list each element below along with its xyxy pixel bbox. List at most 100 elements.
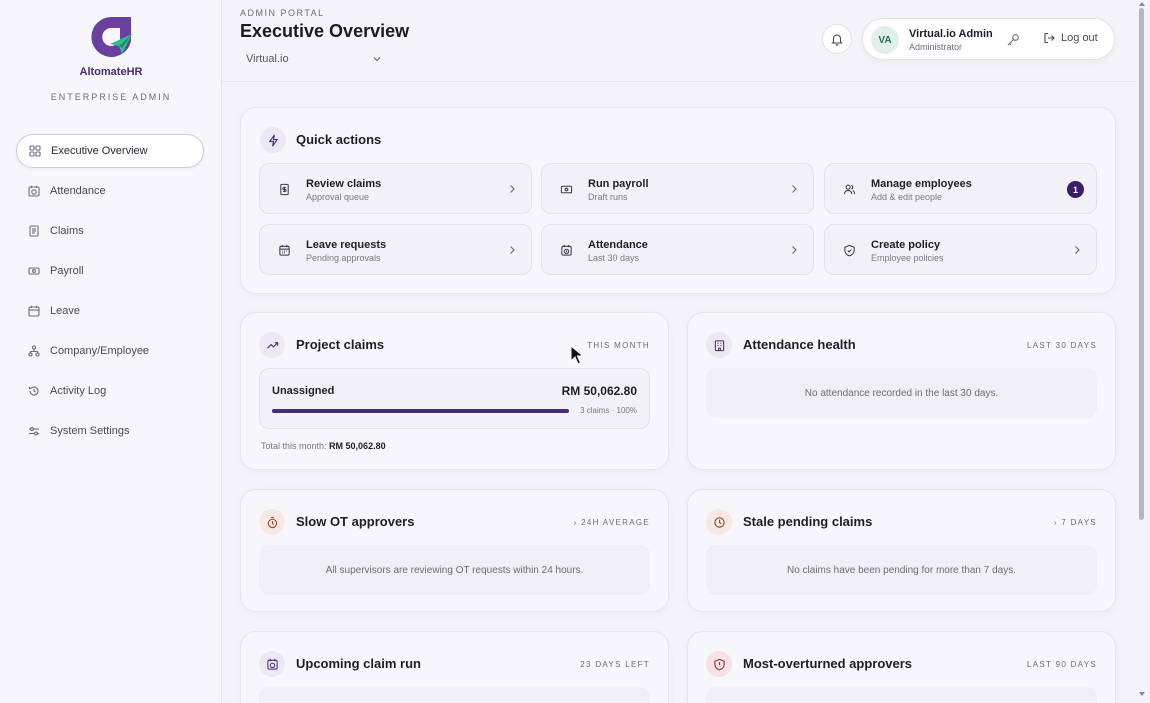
- quick-action-review-claims[interactable]: Review claims Approval queue: [259, 163, 532, 214]
- project-name: Unassigned: [272, 385, 335, 397]
- receipt-icon: [28, 225, 40, 237]
- quick-action-label: Review claims: [306, 178, 382, 190]
- attendance-health-card: Attendance health LAST 30 DAYS No attend…: [687, 312, 1116, 470]
- sidebar-item-claims[interactable]: Claims: [16, 214, 204, 248]
- quick-action-sub: Pending approvals: [306, 253, 381, 263]
- quick-action-label: Run payroll: [588, 178, 649, 190]
- shield-alert-icon: [706, 651, 732, 677]
- scroll-up-arrow-icon[interactable]: [1137, 0, 1147, 8]
- stale-claims-threshold: › 7 DAYS: [1053, 518, 1097, 527]
- receipt-icon: [274, 179, 294, 199]
- quick-action-label: Attendance: [588, 239, 648, 251]
- brand-subtitle: ENTERPRISE ADMIN: [50, 92, 172, 102]
- scroll-down-arrow-icon[interactable]: [1137, 690, 1147, 698]
- users-icon: [839, 179, 859, 199]
- sidebar-item-label: Executive Overview: [51, 145, 148, 157]
- user-menu[interactable]: VA Virtual.io Admin Administrator Log ou…: [862, 18, 1115, 60]
- quick-action-sub: Employee policies: [871, 253, 944, 263]
- chevron-right-icon: [1072, 244, 1082, 256]
- organization-select[interactable]: Virtual.io: [246, 50, 382, 68]
- quick-action-run-payroll[interactable]: Run payroll Draft runs: [541, 163, 814, 214]
- notification-badge: 1: [1067, 181, 1084, 198]
- stale-claims-empty: No claims have been pending for more tha…: [706, 545, 1097, 595]
- upcoming-claim-run-body: [259, 687, 650, 703]
- attendance-health-period: LAST 30 DAYS: [1027, 341, 1097, 350]
- project-claims-meta: 3 claims · 100%: [580, 406, 637, 415]
- sidebar: AltomateHR ENTERPRISE ADMIN Executive Ov…: [0, 0, 222, 703]
- building-icon: [706, 332, 732, 358]
- quick-action-attendance[interactable]: Attendance Last 30 days: [541, 224, 814, 275]
- logout-label: Log out: [1061, 32, 1098, 44]
- sidebar-item-label: Company/Employee: [50, 345, 150, 357]
- project-claims-total: Total this month: RM 50,062.80: [261, 441, 386, 451]
- project-claims-card: Project claims THIS MONTH Unassigned RM …: [240, 312, 669, 470]
- scrollbar-thumb[interactable]: [1139, 8, 1144, 520]
- notifications-button[interactable]: [822, 24, 852, 54]
- project-claims-title: Project claims: [296, 337, 385, 352]
- user-name: Virtual.io Admin: [909, 28, 993, 40]
- sidebar-item-attendance[interactable]: Attendance: [16, 174, 204, 208]
- slow-ot-title: Slow OT approvers: [296, 514, 415, 529]
- chevron-down-icon: [372, 54, 382, 64]
- logout-button[interactable]: Log out: [1043, 32, 1098, 44]
- slow-ot-approvers-card: Slow OT approvers › 24H AVERAGE All supe…: [240, 489, 669, 612]
- sidebar-item-executive-overview[interactable]: Executive Overview: [16, 134, 204, 168]
- quick-action-sub: Last 30 days: [588, 253, 640, 263]
- lightning-icon: [260, 127, 286, 153]
- quick-action-manage-employees[interactable]: Manage employees Add & edit people 1: [824, 163, 1097, 214]
- chevron-right-icon: [507, 244, 517, 256]
- sidebar-item-payroll[interactable]: Payroll: [16, 254, 204, 288]
- portal-label: ADMIN PORTAL: [240, 8, 325, 18]
- clock-icon: [706, 509, 732, 535]
- attendance-health-title: Attendance health: [743, 337, 856, 352]
- quick-action-label: Leave requests: [306, 239, 387, 251]
- sidebar-item-label: Claims: [50, 225, 84, 237]
- calendar-icon: [274, 240, 294, 260]
- chevron-right-icon: [507, 183, 517, 195]
- project-claims-row[interactable]: Unassigned RM 50,062.80 3 claims · 100%: [259, 368, 650, 429]
- sliders-icon: [28, 425, 40, 437]
- project-amount: RM 50,062.80: [561, 384, 637, 398]
- sidebar-item-label: System Settings: [50, 425, 130, 437]
- user-role: Administrator: [909, 42, 963, 52]
- trending-up-icon: [259, 332, 285, 358]
- most-overturned-period: LAST 90 DAYS: [1027, 660, 1097, 669]
- mouse-cursor-icon: [570, 345, 584, 365]
- key-icon[interactable]: [1006, 33, 1020, 47]
- upcoming-claim-run-title: Upcoming claim run: [296, 656, 421, 671]
- attendance-health-empty: No attendance recorded in the last 30 da…: [706, 368, 1097, 418]
- quick-action-sub: Add & edit people: [871, 192, 943, 202]
- sidebar-item-leave[interactable]: Leave: [16, 294, 204, 328]
- project-claims-progress-bar: [272, 409, 569, 413]
- slow-ot-threshold: › 24H AVERAGE: [573, 518, 650, 527]
- avatar[interactable]: VA: [871, 26, 899, 54]
- upcoming-claim-run-card: Upcoming claim run 23 DAYS LEFT: [240, 631, 669, 703]
- quick-actions-card: Quick actions Review claims Approval que…: [240, 107, 1116, 294]
- organization-select-value: Virtual.io: [246, 53, 289, 65]
- bell-icon: [830, 32, 844, 46]
- sidebar-item-company-employee[interactable]: Company/Employee: [16, 334, 204, 368]
- page-title: Executive Overview: [240, 21, 410, 41]
- upcoming-claim-run-countdown: 23 DAYS LEFT: [580, 660, 650, 669]
- calendar-clock-icon: [259, 651, 285, 677]
- logout-icon: [1043, 32, 1055, 44]
- history-icon: [28, 385, 40, 397]
- most-overturned-approvers-card: Most-overturned approvers LAST 90 DAYS: [687, 631, 1116, 703]
- brand-logo-icon[interactable]: [88, 14, 134, 60]
- sidebar-item-system-settings[interactable]: System Settings: [16, 414, 204, 448]
- quick-action-leave-requests[interactable]: Leave requests Pending approvals: [259, 224, 532, 275]
- quick-action-create-policy[interactable]: Create policy Employee policies: [824, 224, 1097, 275]
- sidebar-item-label: Attendance: [50, 185, 106, 197]
- total-label: Total this month:: [261, 441, 327, 451]
- sidebar-item-activity-log[interactable]: Activity Log: [16, 374, 204, 408]
- banknote-icon: [28, 265, 40, 277]
- brand: AltomateHR ENTERPRISE ADMIN: [0, 14, 222, 102]
- shield-check-icon: [839, 240, 859, 260]
- slow-ot-empty: All supervisors are reviewing OT request…: [259, 545, 650, 595]
- quick-action-sub: Approval queue: [306, 192, 370, 202]
- calendar-clock-icon: [556, 240, 576, 260]
- grid-icon: [29, 145, 41, 157]
- calendar-clock-icon: [28, 185, 40, 197]
- stale-pending-claims-card: Stale pending claims › 7 DAYS No claims …: [687, 489, 1116, 612]
- sidebar-item-label: Activity Log: [50, 385, 107, 397]
